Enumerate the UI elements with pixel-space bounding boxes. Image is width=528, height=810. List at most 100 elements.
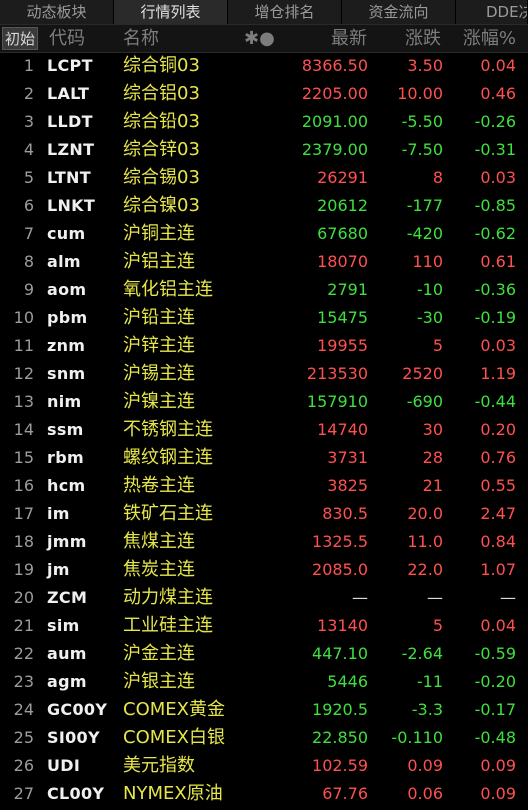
row-change: 21 (422, 476, 443, 495)
row-latest-price: 67680 (317, 224, 368, 243)
row-code: LZNT (47, 140, 95, 159)
column-header-name[interactable]: 名称 (123, 25, 159, 52)
row-change: 0.09 (407, 756, 443, 775)
row-change-pct: -0.44 (474, 392, 516, 411)
row-change-pct: -0.48 (474, 728, 516, 747)
row-change: -0.110 (391, 728, 443, 747)
row-code: UDI (47, 756, 81, 775)
row-change: 20.0 (407, 504, 443, 523)
table-row[interactable]: 27 CL00Y NYMEX原油 67.76 0.06 0.09 (0, 780, 528, 808)
column-header-code[interactable]: 代码 (49, 25, 85, 52)
tab-position-ranking[interactable]: 增仓排名 (228, 0, 342, 24)
row-change-pct: 0.04 (480, 56, 516, 75)
table-row[interactable]: 11 znm 沪锌主连 19955 5 0.03 (0, 332, 528, 360)
table-row[interactable]: 7 cum 沪铜主连 67680 -420 -0.62 (0, 220, 528, 248)
table-row[interactable]: 6 LNKT 综合镍03 20612 -177 -0.85 (0, 192, 528, 220)
tab-quote-list[interactable]: 行情列表 (114, 0, 228, 24)
row-code: LNKT (47, 196, 96, 215)
settings-dot-icon[interactable]: ✱● (244, 25, 275, 52)
table-row[interactable]: 23 agm 沪银主连 5446 -11 -0.20 (0, 668, 528, 696)
row-latest-price: 2091.00 (301, 112, 368, 131)
row-index: 24 (13, 700, 34, 719)
row-change-pct: — (500, 588, 516, 607)
row-code: jm (47, 560, 70, 579)
table-row[interactable]: 8 alm 沪铝主连 18070 110 0.61 (0, 248, 528, 276)
row-change-pct: 1.19 (480, 364, 516, 383)
row-change-pct: 0.04 (480, 616, 516, 635)
row-change-pct: 2.47 (480, 504, 516, 523)
table-header: 初始 代码 名称 ✱● 最新 涨跌 涨幅% (0, 25, 528, 53)
row-change-pct: -0.59 (474, 644, 516, 663)
table-row[interactable]: 26 UDI 美元指数 102.59 0.09 0.09 (0, 752, 528, 780)
row-index: 27 (13, 784, 34, 803)
row-code: pbm (47, 308, 88, 327)
row-index: 13 (13, 392, 34, 411)
table-row[interactable]: 5 LTNT 综合锡03 26291 8 0.03 (0, 164, 528, 192)
column-header-change[interactable]: 涨跌 (405, 25, 441, 52)
row-change: 22.0 (407, 560, 443, 579)
row-code: znm (47, 336, 86, 355)
table-row[interactable]: 4 LZNT 综合锌03 2379.00 -7.50 -0.31 (0, 136, 528, 164)
table-row[interactable]: 14 ssm 不锈钢主连 14740 30 0.20 (0, 416, 528, 444)
row-change: 0.06 (407, 784, 443, 803)
row-change: -420 (406, 224, 443, 243)
row-index: 16 (13, 476, 34, 495)
column-header-change-pct[interactable]: 涨幅% (463, 25, 516, 52)
row-code: alm (47, 252, 81, 271)
table-row[interactable]: 17 im 铁矿石主连 830.5 20.0 2.47 (0, 500, 528, 528)
row-name: 沪锡主连 (123, 363, 195, 384)
row-name: 沪铅主连 (123, 307, 195, 328)
table-row[interactable]: 9 aom 氧化铝主连 2791 -10 -0.36 (0, 276, 528, 304)
row-change: 28 (422, 448, 443, 467)
tab-dynamic-sector[interactable]: 动态板块 (0, 0, 114, 24)
row-change-pct: -0.20 (474, 672, 516, 691)
row-change-pct: -0.85 (474, 196, 516, 215)
row-change: -30 (416, 308, 443, 327)
row-index: 18 (13, 532, 34, 551)
quote-list: 1 LCPT 综合铜03 8366.50 3.50 0.04 2 LALT 综合铝03 2205.… (0, 52, 528, 808)
table-row[interactable]: 2 LALT 综合铝03 2205.00 10.00 0.46 (0, 80, 528, 108)
table-row[interactable]: 22 aum 沪金主连 447.10 -2.64 -0.59 (0, 640, 528, 668)
tab-capital-flow[interactable]: 资金流向 (342, 0, 456, 24)
row-change-pct: -0.31 (474, 140, 516, 159)
row-change: -11 (416, 672, 443, 691)
table-row[interactable]: 25 SI00Y COMEX白银 22.850 -0.110 -0.48 (0, 724, 528, 752)
table-row[interactable]: 19 jm 焦炭主连 2085.0 22.0 1.07 (0, 556, 528, 584)
row-code: agm (47, 672, 87, 691)
table-row[interactable]: 10 pbm 沪铅主连 15475 -30 -0.19 (0, 304, 528, 332)
table-row[interactable]: 24 GC00Y COMEX黄金 1920.5 -3.3 -0.17 (0, 696, 528, 724)
tab-dde-decision[interactable]: DDE决策 (456, 0, 528, 24)
table-row[interactable]: 20 ZCM 动力煤主连 — — — (0, 584, 528, 612)
row-change-pct: 0.03 (480, 336, 516, 355)
table-row[interactable]: 1 LCPT 综合铜03 8366.50 3.50 0.04 (0, 52, 528, 80)
row-change-pct: 0.76 (480, 448, 516, 467)
row-latest-price: 1325.5 (312, 532, 368, 551)
row-name: 沪银主连 (123, 671, 195, 692)
row-index: 2 (23, 84, 34, 103)
row-change: 10.00 (397, 84, 443, 103)
init-button[interactable]: 初始 (2, 27, 38, 50)
row-code: SI00Y (47, 728, 100, 747)
table-row[interactable]: 21 sim 工业硅主连 13140 5 0.04 (0, 612, 528, 640)
row-change: 2520 (402, 364, 443, 383)
row-change: 30 (422, 420, 443, 439)
row-latest-price: 2205.00 (301, 84, 368, 103)
row-latest-price: 157910 (306, 392, 368, 411)
table-row[interactable]: 12 snm 沪锡主连 213530 2520 1.19 (0, 360, 528, 388)
row-change-pct: 0.09 (480, 756, 516, 775)
row-change: 3.50 (407, 56, 443, 75)
row-name: 沪锌主连 (123, 335, 195, 356)
row-change: 11.0 (407, 532, 443, 551)
table-row[interactable]: 16 hcm 热卷主连 3825 21 0.55 (0, 472, 528, 500)
row-code: aum (47, 644, 87, 663)
column-header-latest[interactable]: 最新 (331, 25, 367, 52)
row-name: 焦煤主连 (123, 531, 195, 552)
row-code: cum (47, 224, 86, 243)
table-row[interactable]: 18 jmm 焦煤主连 1325.5 11.0 0.84 (0, 528, 528, 556)
row-code: rbm (47, 448, 84, 467)
table-row[interactable]: 15 rbm 螺纹钢主连 3731 28 0.76 (0, 444, 528, 472)
table-row[interactable]: 13 nim 沪镍主连 157910 -690 -0.44 (0, 388, 528, 416)
table-row[interactable]: 3 LLDT 综合铅03 2091.00 -5.50 -0.26 (0, 108, 528, 136)
row-code: LLDT (47, 112, 93, 131)
row-name: NYMEX原油 (123, 783, 223, 804)
